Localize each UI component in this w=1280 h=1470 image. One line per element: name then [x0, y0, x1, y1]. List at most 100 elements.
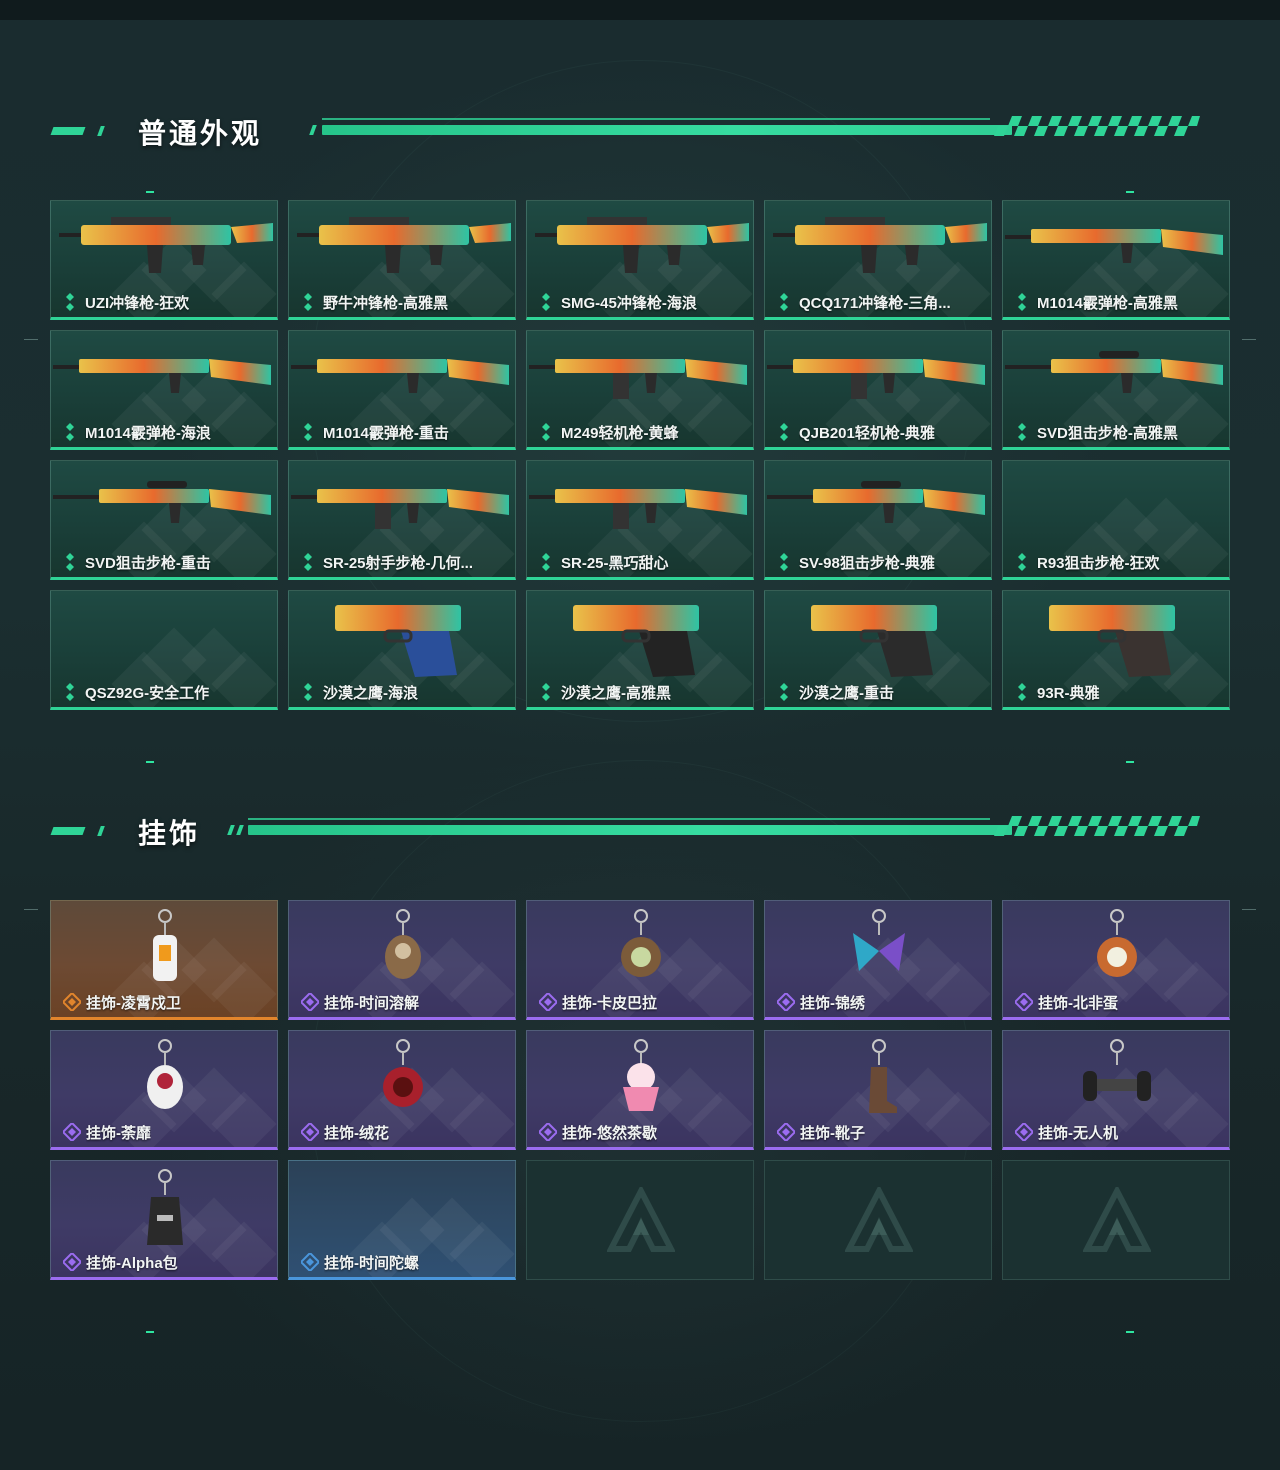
skin-card[interactable]: 野牛冲锋枪-高雅黑 [288, 200, 516, 320]
charm-card[interactable]: 挂饰-凌霄戍卫 [50, 900, 278, 1020]
item-name: QSZ92G-安全工作 [85, 684, 210, 702]
item-label-row: 沙漠之鹰-重击 [777, 683, 894, 702]
skin-card[interactable]: QCQ171冲锋枪-三角... [764, 200, 992, 320]
skin-card[interactable]: QSZ92G-安全工作 [50, 590, 278, 710]
charm-card[interactable]: 挂饰-Alpha包 [50, 1160, 278, 1280]
item-name: 挂饰-Alpha包 [86, 1254, 178, 1272]
charm-card[interactable]: 挂饰-时间陀螺 [288, 1160, 516, 1280]
charm-rarity-icon [63, 1123, 81, 1141]
header-stub [50, 127, 86, 135]
item-label-row: UZI冲锋枪-狂欢 [63, 293, 190, 312]
item-label-row: 挂饰-绒花 [301, 1123, 389, 1142]
skin-card[interactable]: 沙漠之鹰-重击 [764, 590, 992, 710]
rarity-icon [63, 553, 77, 571]
item-name: 沙漠之鹰-高雅黑 [561, 684, 671, 702]
charm-image [289, 1031, 515, 1127]
item-label-row: QJB201轻机枪-典雅 [777, 423, 935, 442]
item-name: SVD狙击步枪-高雅黑 [1037, 424, 1178, 442]
skin-card[interactable]: R93狙击步枪-狂欢 [1002, 460, 1230, 580]
item-name: 挂饰-荼靡 [86, 1124, 151, 1142]
corner-tick [146, 191, 154, 193]
item-label-row: M1014霰弹枪-重击 [301, 423, 449, 442]
header-bar [322, 125, 1012, 135]
charm-rarity-icon [63, 993, 81, 1011]
item-name: 挂饰-无人机 [1038, 1124, 1118, 1142]
skin-card[interactable]: M249轻机枪-黄蜂 [526, 330, 754, 450]
rarity-icon [301, 423, 315, 441]
header-checker-pattern [994, 816, 1200, 836]
skin-card[interactable]: QJB201轻机枪-典雅 [764, 330, 992, 450]
skin-card[interactable]: SR-25射手步枪-几何... [288, 460, 516, 580]
item-label-row: 沙漠之鹰-高雅黑 [539, 683, 671, 702]
skin-card[interactable]: 沙漠之鹰-海浪 [288, 590, 516, 710]
skin-card[interactable]: M1014霰弹枪-重击 [288, 330, 516, 450]
charm-card[interactable]: 挂饰-荼靡 [50, 1030, 278, 1150]
charm-card[interactable]: 挂饰-卡皮巴拉 [526, 900, 754, 1020]
charm-card[interactable]: 挂饰-绒花 [288, 1030, 516, 1150]
charm-card[interactable]: 挂饰-时间溶解 [288, 900, 516, 1020]
skin-card[interactable]: SV-98狙击步枪-典雅 [764, 460, 992, 580]
item-label-row: 挂饰-凌霄戍卫 [63, 993, 181, 1012]
rarity-icon [301, 683, 315, 701]
item-label-row: 沙漠之鹰-海浪 [301, 683, 418, 702]
side-mark [1242, 339, 1256, 340]
item-name: 沙漠之鹰-海浪 [323, 684, 418, 702]
item-label-row: 挂饰-卡皮巴拉 [539, 993, 657, 1012]
header-checker-pattern [994, 116, 1200, 136]
rarity-icon [1015, 553, 1029, 571]
weapon-image [51, 201, 277, 297]
item-label-row: QSZ92G-安全工作 [63, 683, 210, 702]
empty-slot-card [764, 1160, 992, 1280]
weapon-image [1003, 331, 1229, 427]
charm-card[interactable]: 挂饰-悠然茶歇 [526, 1030, 754, 1150]
skin-card[interactable]: UZI冲锋枪-狂欢 [50, 200, 278, 320]
header-stub [97, 826, 105, 836]
item-label-row: M1014霰弹枪-海浪 [63, 423, 211, 442]
item-name: UZI冲锋枪-狂欢 [85, 294, 190, 312]
skin-card[interactable]: SVD狙击步枪-高雅黑 [1002, 330, 1230, 450]
charm-card[interactable]: 挂饰-北非蛋 [1002, 900, 1230, 1020]
item-name: 93R-典雅 [1037, 684, 1100, 702]
item-name: QJB201轻机枪-典雅 [799, 424, 935, 442]
charm-rarity-icon [301, 993, 319, 1011]
empty-slot-card [526, 1160, 754, 1280]
item-name: M1014霰弹枪-高雅黑 [1037, 294, 1178, 312]
item-label-row: 挂饰-靴子 [777, 1123, 865, 1142]
rarity-icon [301, 293, 315, 311]
charm-rarity-icon [777, 1123, 795, 1141]
rarity-icon [1015, 423, 1029, 441]
item-name: 挂饰-靴子 [800, 1124, 865, 1142]
skin-card[interactable]: SR-25-黑巧甜心 [526, 460, 754, 580]
rarity-icon [777, 553, 791, 571]
skin-card[interactable]: 沙漠之鹰-高雅黑 [526, 590, 754, 710]
section-title: 挂饰 [138, 818, 201, 849]
item-label-row: M249轻机枪-黄蜂 [539, 423, 679, 442]
charm-card[interactable]: 挂饰-靴子 [764, 1030, 992, 1150]
item-name: 挂饰-绒花 [324, 1124, 389, 1142]
item-label-row: 挂饰-悠然茶歇 [539, 1123, 657, 1142]
rarity-icon [777, 293, 791, 311]
placeholder-logo-icon [844, 1184, 914, 1255]
rarity-icon [777, 423, 791, 441]
item-label-row: SVD狙击步枪-高雅黑 [1015, 423, 1178, 442]
skin-card[interactable]: 93R-典雅 [1002, 590, 1230, 710]
charm-image [289, 901, 515, 997]
charm-rarity-icon [63, 1253, 81, 1271]
item-name: M249轻机枪-黄蜂 [561, 424, 679, 442]
charm-image [765, 901, 991, 997]
item-name: 挂饰-卡皮巴拉 [562, 994, 657, 1012]
item-label-row: SR-25-黑巧甜心 [539, 553, 669, 572]
weapon-image [289, 201, 515, 297]
charm-card[interactable]: 挂饰-无人机 [1002, 1030, 1230, 1150]
corner-tick [146, 1331, 154, 1333]
charm-card[interactable]: 挂饰-锦绣 [764, 900, 992, 1020]
header-thin-line [322, 118, 990, 120]
skin-card[interactable]: SVD狙击步枪-重击 [50, 460, 278, 580]
item-name: M1014霰弹枪-海浪 [85, 424, 211, 442]
skin-card[interactable]: M1014霰弹枪-海浪 [50, 330, 278, 450]
corner-tick [1126, 1331, 1134, 1333]
skin-card[interactable]: M1014霰弹枪-高雅黑 [1002, 200, 1230, 320]
skin-card[interactable]: SMG-45冲锋枪-海浪 [526, 200, 754, 320]
top-edge-strip [0, 0, 1280, 20]
empty-slot-card [1002, 1160, 1230, 1280]
